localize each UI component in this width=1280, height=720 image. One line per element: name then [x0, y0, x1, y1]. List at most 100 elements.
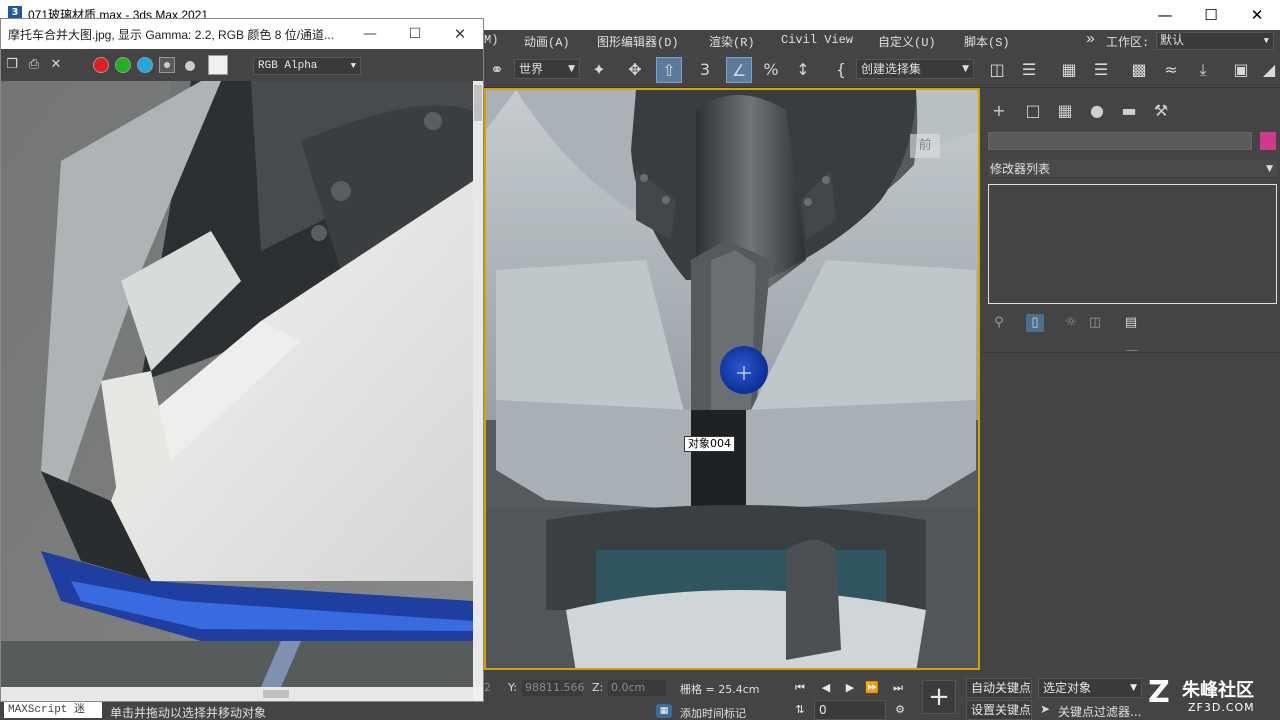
menu-rendering[interactable]: 渲染(R) [709, 33, 755, 50]
configure-sets-icon[interactable]: ▤ [1122, 314, 1140, 332]
percent-snap-icon[interactable]: % [758, 57, 784, 83]
maximize-button[interactable]: ☐ [1188, 4, 1234, 26]
pivot-center-icon[interactable]: ✦ [586, 57, 612, 83]
watermark: Z 朱峰社区 ZF3D.COM [1148, 676, 1278, 720]
remove-modifier-icon[interactable]: ◫ [1086, 314, 1104, 332]
print-icon[interactable]: ⎙ [26, 57, 42, 73]
select-and-manipulate-icon[interactable]: ⇧ [656, 57, 682, 83]
command-panel: + □ ▦ ● ▬ ⚒ 修改器列表 ▼ ⚲ ▯ ☼ ◫ ▤ [980, 88, 1280, 670]
view-cube[interactable]: 前 [910, 134, 940, 158]
coord-y-label: Y: [508, 681, 517, 694]
go-to-start-icon[interactable]: ⏮ [792, 680, 808, 696]
key-selection-dropdown[interactable]: 选定对象 ▼ [1038, 678, 1142, 698]
coord-z-field[interactable]: 0.0cm [608, 680, 666, 696]
menu-civil-view[interactable]: Civil View [781, 33, 853, 47]
view-cube-label: 前 [918, 138, 932, 153]
frame-close-button[interactable]: ✕ [447, 23, 473, 45]
spinner-snap-icon[interactable]: ↕ [790, 57, 816, 83]
background-color-swatch[interactable] [208, 55, 228, 75]
monochrome-icon[interactable] [185, 61, 195, 71]
coord-y-field[interactable]: 98811.566 [522, 680, 585, 696]
edit-named-selection-icon[interactable]: { [828, 57, 854, 83]
motorcycle-photo [1, 81, 473, 687]
panel-divider [1126, 350, 1138, 351]
scene-explorer-icon[interactable]: ▦ [1056, 57, 1082, 83]
frame-maximize-button[interactable]: ☐ [402, 23, 428, 45]
object-color-swatch[interactable] [1260, 132, 1276, 150]
time-config-icon[interactable]: ⚙ [892, 702, 908, 718]
menu-animation[interactable]: 动画(A) [524, 33, 570, 50]
set-key-button[interactable]: 设置关键点 [966, 700, 1032, 720]
hierarchy-tab-icon[interactable]: ▦ [1054, 100, 1076, 122]
chevron-down-icon: ▼ [1266, 164, 1273, 174]
previous-frame-icon[interactable]: ◀ [818, 680, 834, 696]
menu-scripting[interactable]: 脚本(S) [964, 33, 1010, 50]
display-channel-dropdown[interactable]: RGB Alpha ▼ [253, 57, 361, 75]
grid-size: 栅格 = 25.4cm [680, 683, 760, 696]
create-tab-icon[interactable]: + [988, 100, 1010, 122]
layer-explorer-icon[interactable]: ☰ [1088, 57, 1114, 83]
play-icon[interactable]: ▶ [842, 680, 858, 696]
blue-channel-toggle[interactable] [137, 57, 153, 73]
select-and-link-icon[interactable]: ⚭ [484, 57, 510, 83]
snap-3d-icon[interactable]: 3 [692, 57, 718, 83]
menu-graph-editors[interactable]: 图形编辑器(D) [597, 33, 679, 50]
angle-snap-icon[interactable]: ∠ [726, 57, 752, 83]
maxscript-listener-field[interactable]: MAXScript 迷 [4, 702, 102, 718]
rendered-image [1, 81, 473, 687]
show-end-result-icon[interactable]: ▯ [1026, 314, 1044, 332]
frame-window-title: 摩托车合并大图.jpg, 显示 Gamma: 2.2, RGB 颜色 8 位/通… [8, 28, 335, 42]
alpha-channel-toggle[interactable] [159, 57, 175, 73]
auto-key-button[interactable]: 自动关键点 [966, 678, 1032, 698]
reference-coord-system-dropdown[interactable]: 世界 ▼ [514, 59, 580, 79]
minimize-button[interactable]: — [1142, 4, 1188, 26]
align-icon[interactable]: ☰ [1016, 57, 1042, 83]
schematic-view-icon[interactable]: ⤓ [1190, 57, 1216, 83]
modifier-stack[interactable] [988, 184, 1277, 304]
add-time-tag[interactable]: 添加时间标记 [680, 705, 746, 720]
make-unique-icon[interactable]: ☼ [1062, 314, 1080, 332]
key-mode-icon[interactable]: ⇅ [792, 702, 808, 718]
red-channel-toggle[interactable] [93, 57, 109, 73]
perspective-viewport[interactable]: 前 对象004 [484, 88, 980, 670]
mirror-icon[interactable]: ◫ [984, 57, 1010, 83]
object-tooltip: 对象004 [684, 436, 735, 452]
frame-spinner[interactable]: 0 [814, 700, 886, 720]
set-key-icon[interactable]: + [922, 680, 956, 714]
modify-tab-icon[interactable]: □ [1022, 100, 1044, 122]
move-icon[interactable]: ✥ [622, 57, 648, 83]
frame-minimize-button[interactable]: — [357, 23, 383, 45]
display-tab-icon[interactable]: ▬ [1118, 100, 1140, 122]
curve-editor-icon[interactable]: ≈ [1158, 57, 1184, 83]
motion-tab-icon[interactable]: ● [1086, 100, 1108, 122]
pin-stack-icon[interactable]: ⚲ [990, 314, 1008, 332]
utilities-tab-icon[interactable]: ⚒ [1150, 100, 1172, 122]
clear-icon[interactable]: ✕ [48, 57, 64, 73]
workspace-select[interactable]: 默认 ▼ [1156, 32, 1274, 50]
material-editor-icon[interactable]: ▣ [1228, 57, 1254, 83]
named-selection-set-dropdown[interactable]: 创建选择集 ▼ [856, 59, 974, 79]
next-frame-icon[interactable]: ⏩ [864, 680, 880, 696]
render-setup-icon[interactable]: ◢ [1256, 57, 1280, 83]
menu-item-partial[interactable]: M) [484, 33, 498, 47]
key-filters-button[interactable]: 关键点过滤器... [1058, 703, 1141, 720]
menu-overflow-icon[interactable]: » [1086, 31, 1095, 48]
frame-vertical-scrollbar[interactable] [473, 81, 483, 687]
frame-value: 0 [819, 703, 827, 717]
vertical-scroll-thumb[interactable] [474, 85, 482, 121]
toggle-ribbon-icon[interactable]: ▩ [1126, 57, 1152, 83]
watermark-site: ZF3D.COM [1188, 701, 1255, 714]
frame-horizontal-scrollbar[interactable] [1, 687, 473, 701]
workspace-label: 工作区: [1106, 36, 1150, 50]
go-to-end-icon[interactable]: ⏭ [890, 680, 906, 696]
modifier-list-dropdown[interactable]: 修改器列表 ▼ [988, 160, 1277, 178]
green-channel-toggle[interactable] [115, 57, 131, 73]
menu-customize[interactable]: 自定义(U) [878, 33, 936, 50]
close-button[interactable]: ✕ [1234, 4, 1280, 26]
chevron-down-icon: ▼ [1263, 36, 1269, 46]
horizontal-scroll-thumb[interactable] [263, 690, 289, 698]
copy-icon[interactable]: ❐ [4, 57, 20, 73]
time-tag-icon[interactable]: ▦ [656, 704, 672, 718]
object-name-field[interactable] [988, 132, 1252, 150]
coord-system-value: 世界 [519, 62, 544, 76]
